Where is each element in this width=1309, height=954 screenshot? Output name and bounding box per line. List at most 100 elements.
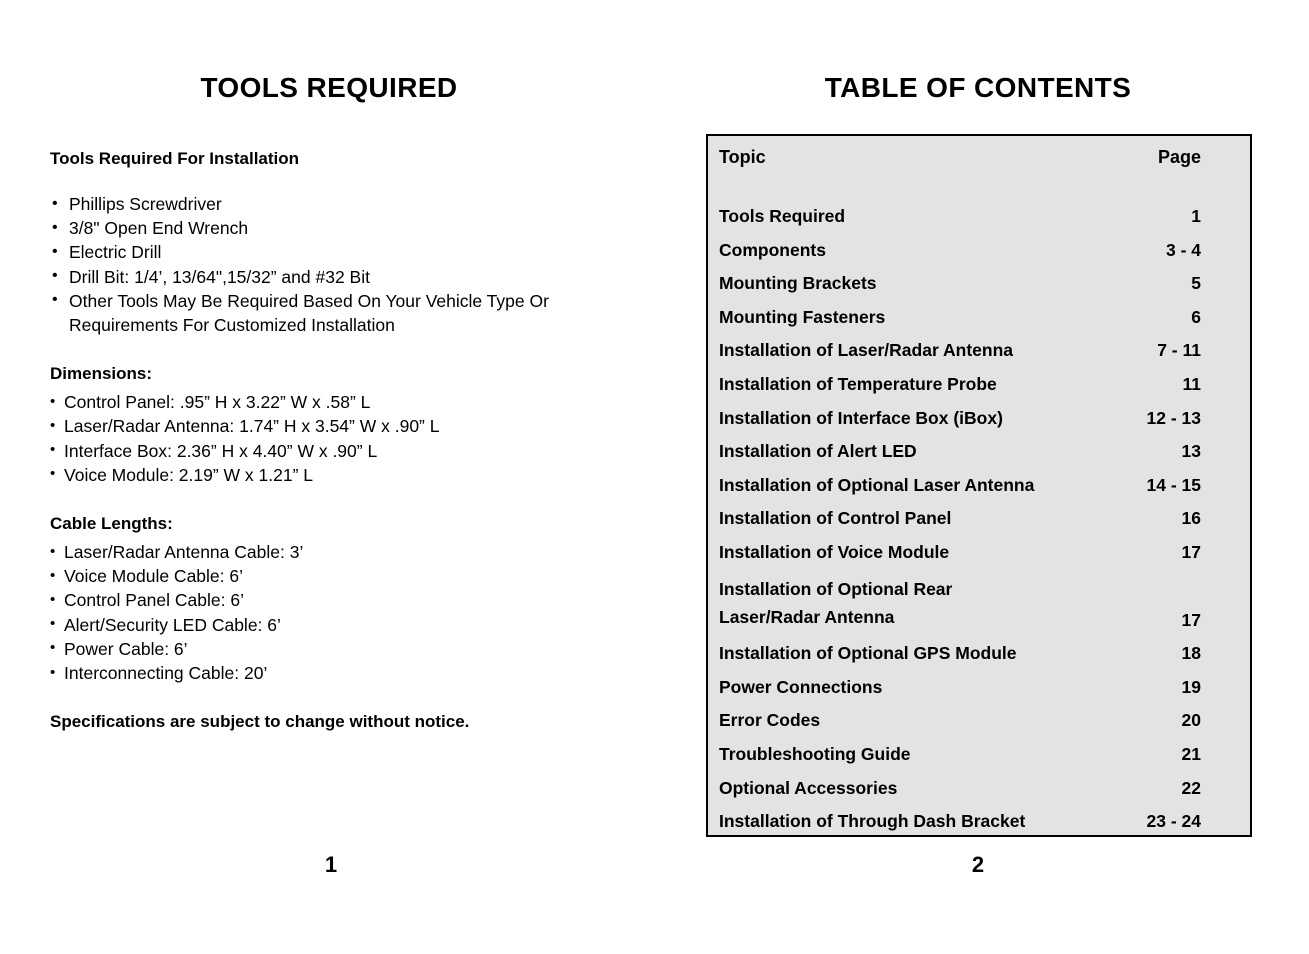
tool-label: Drill Bit: 1/4’, 13/64",15/32” and #32 B… bbox=[69, 266, 370, 287]
list-item: Voice Module: 2.19” W x 1.21” L bbox=[50, 462, 650, 487]
tool-label: Phillips Screwdriver bbox=[69, 194, 222, 214]
tools-required-body: Tools Required For Installation Phillips… bbox=[50, 148, 650, 733]
toc-row[interactable]: Installation of Optional GPS Module 18 bbox=[719, 642, 1201, 664]
toc-topic: Mounting Fasteners bbox=[719, 306, 886, 327]
list-item: Other Tools May Be Required Based On You… bbox=[50, 288, 650, 337]
dimension-label: Interface Box: 2.36” H x 4.40” W x .90” … bbox=[64, 440, 378, 461]
cable-label: Alert/Security LED Cable: 6’ bbox=[64, 614, 281, 635]
toc-topic: Installation of Through Dash Bracket bbox=[719, 811, 1026, 832]
cable-label: Voice Module Cable: 6’ bbox=[64, 566, 243, 587]
dimension-label: Control Panel: .95” H x 3.22” W x .58” L bbox=[64, 392, 371, 413]
toc-page-number: 1 bbox=[1191, 206, 1201, 226]
toc-page-number: 19 bbox=[1181, 676, 1201, 697]
toc-row[interactable]: Power Connections 19 bbox=[719, 676, 1201, 698]
page-title-table-of-contents: TABLE OF CONTENTS bbox=[824, 72, 1132, 103]
toc-page-number: 5 bbox=[1191, 273, 1201, 294]
toc-topic: Troubleshooting Guide bbox=[719, 743, 911, 764]
toc-topic: Installation of Alert LED bbox=[719, 441, 917, 462]
toc-page-number: 7 - 11 bbox=[1157, 340, 1201, 361]
list-item: Control Panel: .95” H x 3.22” W x .58” L bbox=[50, 390, 650, 414]
toc-topic: Components bbox=[719, 239, 826, 260]
cable-lengths-subheading: Cable Lengths: bbox=[50, 514, 173, 534]
toc-topic: Error Codes bbox=[719, 710, 821, 731]
toc-row[interactable]: Installation of Laser/Radar Antenna 7 - … bbox=[719, 339, 1201, 361]
page-number-left: 1 bbox=[324, 852, 338, 877]
toc-topic: Tools Required bbox=[719, 206, 846, 226]
dimensions-list: Control Panel: .95” H x 3.22” W x .58” L… bbox=[50, 390, 650, 487]
toc-page-number: 12 - 13 bbox=[1146, 407, 1201, 428]
toc-topic: Installation of Temperature Probe bbox=[719, 373, 997, 394]
dimensions-subheading: Dimensions: bbox=[50, 364, 153, 384]
list-item: Voice Module Cable: 6’ bbox=[50, 564, 650, 588]
list-item: Drill Bit: 1/4’, 13/64",15/32” and #32 B… bbox=[50, 264, 650, 289]
toc-row[interactable]: Troubleshooting Guide 21 bbox=[719, 743, 1201, 765]
dimension-label: Voice Module: 2.19” W x 1.21” L bbox=[64, 464, 314, 485]
list-item: Interface Box: 2.36” H x 4.40” W x .90” … bbox=[50, 438, 650, 463]
toc-row[interactable]: Installation of Optional Rear Laser/Radar… bbox=[719, 575, 1201, 631]
toc-page-number: 23 - 24 bbox=[1146, 811, 1201, 832]
toc-page-number: 17 bbox=[1181, 541, 1201, 562]
toc-header-page: Page bbox=[1157, 147, 1201, 167]
page-number-right: 2 bbox=[971, 852, 985, 877]
document-spread: TOOLS REQUIRED Tools Required For Instal… bbox=[0, 0, 1309, 954]
page-title-tools-required: TOOLS REQUIRED bbox=[200, 72, 458, 103]
list-item: Electric Drill bbox=[50, 240, 650, 264]
toc-row[interactable]: Components 3 - 4 bbox=[719, 239, 1201, 261]
toc-page-number: 16 bbox=[1181, 508, 1201, 529]
toc-page-number: 18 bbox=[1181, 643, 1201, 664]
toc-row[interactable]: Optional Accessories 22 bbox=[719, 777, 1201, 799]
toc-row[interactable]: Error Codes 20 bbox=[719, 709, 1201, 731]
cable-lengths-list: Laser/Radar Antenna Cable: 3’ Voice Modu… bbox=[50, 540, 650, 685]
toc-row[interactable]: Installation of Voice Module 17 bbox=[719, 541, 1201, 563]
list-item: 3/8" Open End Wrench bbox=[50, 216, 650, 240]
tool-label: Electric Drill bbox=[69, 242, 162, 263]
list-item: Laser/Radar Antenna: 1.74” H x 3.54” W x… bbox=[50, 414, 650, 438]
toc-topic: Installation of Optional GPS Module bbox=[719, 643, 1017, 664]
toc-topic-line2: Laser/Radar Antenna bbox=[719, 606, 895, 627]
toc-row[interactable]: Installation of Interface Box (iBox) 12 … bbox=[719, 407, 1201, 429]
toc-row[interactable]: Mounting Fasteners 6 bbox=[719, 306, 1201, 328]
toc-topic: Installation of Optional Laser Antenna bbox=[719, 474, 1035, 495]
toc-row[interactable]: Installation of Alert LED 13 bbox=[719, 440, 1201, 462]
toc-page-number: 3 - 4 bbox=[1165, 239, 1201, 260]
specifications-notice: Specifications are subject to change wit… bbox=[50, 712, 470, 732]
left-page: TOOLS REQUIRED Tools Required For Instal… bbox=[0, 0, 660, 954]
toc-topic: Installation of Interface Box (iBox) bbox=[719, 407, 1003, 428]
list-item: Control Panel Cable: 6’ bbox=[50, 588, 650, 612]
toc-topic: Installation of Control Panel bbox=[719, 508, 952, 529]
toc-topic: Mounting Brackets bbox=[719, 273, 877, 294]
toc-page-number: 20 bbox=[1181, 710, 1201, 731]
toc-page-number: 13 bbox=[1181, 441, 1201, 462]
toc-page-number: 21 bbox=[1181, 743, 1201, 764]
toc-topic: Power Connections bbox=[719, 676, 883, 697]
tools-required-subheading: Tools Required For Installation bbox=[50, 149, 300, 168]
toc-row[interactable]: Mounting Brackets 5 bbox=[719, 272, 1201, 294]
list-item: Interconnecting Cable: 20’ bbox=[50, 661, 650, 685]
toc-page-number: 6 bbox=[1191, 306, 1201, 327]
toc-page-number: 17 bbox=[1181, 609, 1201, 630]
toc-row[interactable]: Tools Required 1 bbox=[719, 205, 1201, 227]
list-item: Laser/Radar Antenna Cable: 3’ bbox=[50, 540, 650, 564]
tools-list: Phillips Screwdriver 3/8" Open End Wrenc… bbox=[50, 191, 650, 337]
cable-label: Interconnecting Cable: 20’ bbox=[64, 663, 268, 684]
list-item: Alert/Security LED Cable: 6’ bbox=[50, 612, 650, 637]
toc-topic: Installation of Laser/Radar Antenna bbox=[719, 340, 1013, 361]
dimension-label: Laser/Radar Antenna: 1.74” H x 3.54” W x… bbox=[64, 416, 440, 437]
toc-row[interactable]: Installation of Temperature Probe 11 bbox=[719, 373, 1201, 395]
toc-topic: Installation of Voice Module bbox=[719, 541, 950, 562]
toc-topic: Optional Accessories bbox=[719, 777, 898, 798]
cable-label: Control Panel Cable: 6’ bbox=[64, 590, 244, 611]
toc-page-number: 11 bbox=[1182, 373, 1202, 394]
toc-topic: Installation of Optional Rear Laser/Radar… bbox=[719, 575, 1182, 631]
table-of-contents-list: Topic Page Tools Required 1 Components 3… bbox=[719, 145, 1201, 844]
toc-row[interactable]: Installation of Control Panel 16 bbox=[719, 507, 1201, 529]
toc-row[interactable]: Installation of Through Dash Bracket 23 … bbox=[719, 810, 1201, 832]
toc-row[interactable]: Installation of Optional Laser Antenna 1… bbox=[719, 474, 1201, 496]
table-of-contents-box: Topic Page Tools Required 1 Components 3… bbox=[706, 134, 1252, 837]
tool-label: Other Tools May Be Required Based On You… bbox=[69, 290, 549, 336]
toc-page-number: 22 bbox=[1181, 777, 1201, 798]
toc-header-topic: Topic bbox=[719, 147, 766, 167]
